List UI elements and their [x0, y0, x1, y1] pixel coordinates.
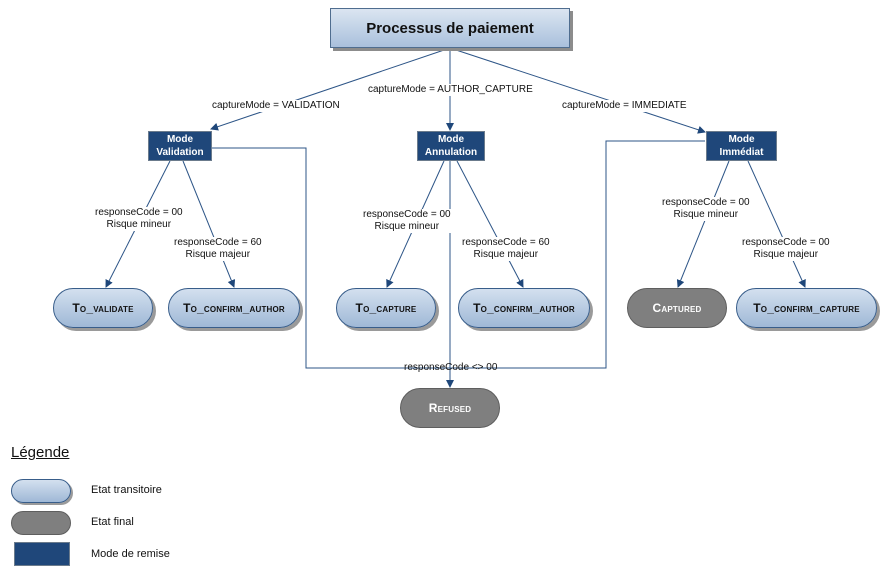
mode-box-line2: Immédiat: [719, 147, 764, 158]
edge-immediat-to-captured: [676, 160, 730, 288]
state-to-confirm-capture: To_confirm_capture: [736, 288, 877, 328]
transition-label-risk: Risque mineur: [374, 221, 440, 232]
edge-refused-loop: [211, 140, 705, 369]
transition-label-code: responseCode = 60: [174, 237, 262, 248]
legend-title: Légende: [11, 444, 70, 461]
edge-label-validation: captureMode = VALIDATION: [212, 100, 340, 112]
process-title: Processus de paiement: [330, 8, 570, 48]
mode-box-immediat: Mode Immédiat: [706, 131, 777, 161]
state-label: To_confirm_capture: [753, 301, 860, 315]
legend-label-final: Etat final: [91, 516, 134, 528]
transition-label-risk: Risque mineur: [106, 219, 172, 230]
state-captured: Captured: [627, 288, 727, 328]
state-to-confirm-author: To_confirm_author: [458, 288, 590, 328]
mode-box-line1: Mode: [728, 134, 755, 145]
state-to-validate: To_validate: [53, 288, 153, 328]
edge-immediat-to-confirm-capture: [747, 160, 806, 288]
state-label: Refused: [428, 401, 472, 415]
transition-label-code: responseCode = 00: [742, 237, 830, 248]
mode-box-validation: Mode Validation: [148, 131, 212, 161]
legend-swatch-final: [11, 511, 71, 535]
edge-validation-to-confirm-author: [182, 160, 236, 288]
transition-label: responseCode = 00 Risque mineur: [662, 197, 750, 221]
transition-label-risk: Risque majeur: [753, 249, 819, 260]
legend-label-transit: Etat transitoire: [91, 484, 162, 496]
state-to-capture: To_capture: [336, 288, 436, 328]
transition-label-code: responseCode = 60: [462, 237, 550, 248]
mode-box-line2: Annulation: [424, 147, 478, 158]
state-label: To_validate: [72, 301, 134, 315]
legend-swatch-transit: [11, 479, 71, 503]
state-label: To_confirm_author: [473, 301, 575, 315]
transition-label: responseCode = 60 Risque majeur: [462, 237, 550, 261]
transition-label-risk: Risque majeur: [473, 249, 539, 260]
transition-label: responseCode = 60 Risque majeur: [174, 237, 262, 261]
state-label: To_capture: [355, 301, 417, 315]
transition-label-code: responseCode = 00: [662, 197, 750, 208]
transition-label: responseCode = 00 Risque majeur: [742, 237, 830, 261]
transition-label: responseCode = 00 Risque mineur: [95, 207, 183, 231]
edge-annulation-to-confirm-author: [456, 160, 524, 288]
edge-label-immediat: captureMode = IMMEDIATE: [562, 100, 687, 112]
process-title-text: Processus de paiement: [366, 19, 534, 37]
edge-label-annulation: captureMode = AUTHOR_CAPTURE: [368, 84, 533, 96]
transition-label: responseCode = 00 Risque mineur: [363, 209, 451, 233]
state-refused: Refused: [400, 388, 500, 428]
state-label: To_confirm_author: [183, 301, 285, 315]
refused-edge-label: responseCode <> 00: [404, 362, 498, 373]
mode-box-line1: Mode: [166, 134, 194, 145]
mode-box-line2: Validation: [156, 147, 204, 158]
mode-box-annulation: Mode Annulation: [417, 131, 485, 161]
transition-label-code: responseCode = 00: [95, 207, 183, 218]
state-label: Captured: [652, 301, 702, 315]
legend-label-mode: Mode de remise: [91, 548, 170, 560]
state-to-confirm-author: To_confirm_author: [168, 288, 300, 328]
legend-swatch-mode: [14, 542, 70, 566]
transition-label-risk: Risque majeur: [185, 249, 251, 260]
transition-label-risk: Risque mineur: [673, 209, 739, 220]
mode-box-line1: Mode: [437, 134, 465, 145]
transition-label-code: responseCode = 00: [363, 209, 451, 220]
